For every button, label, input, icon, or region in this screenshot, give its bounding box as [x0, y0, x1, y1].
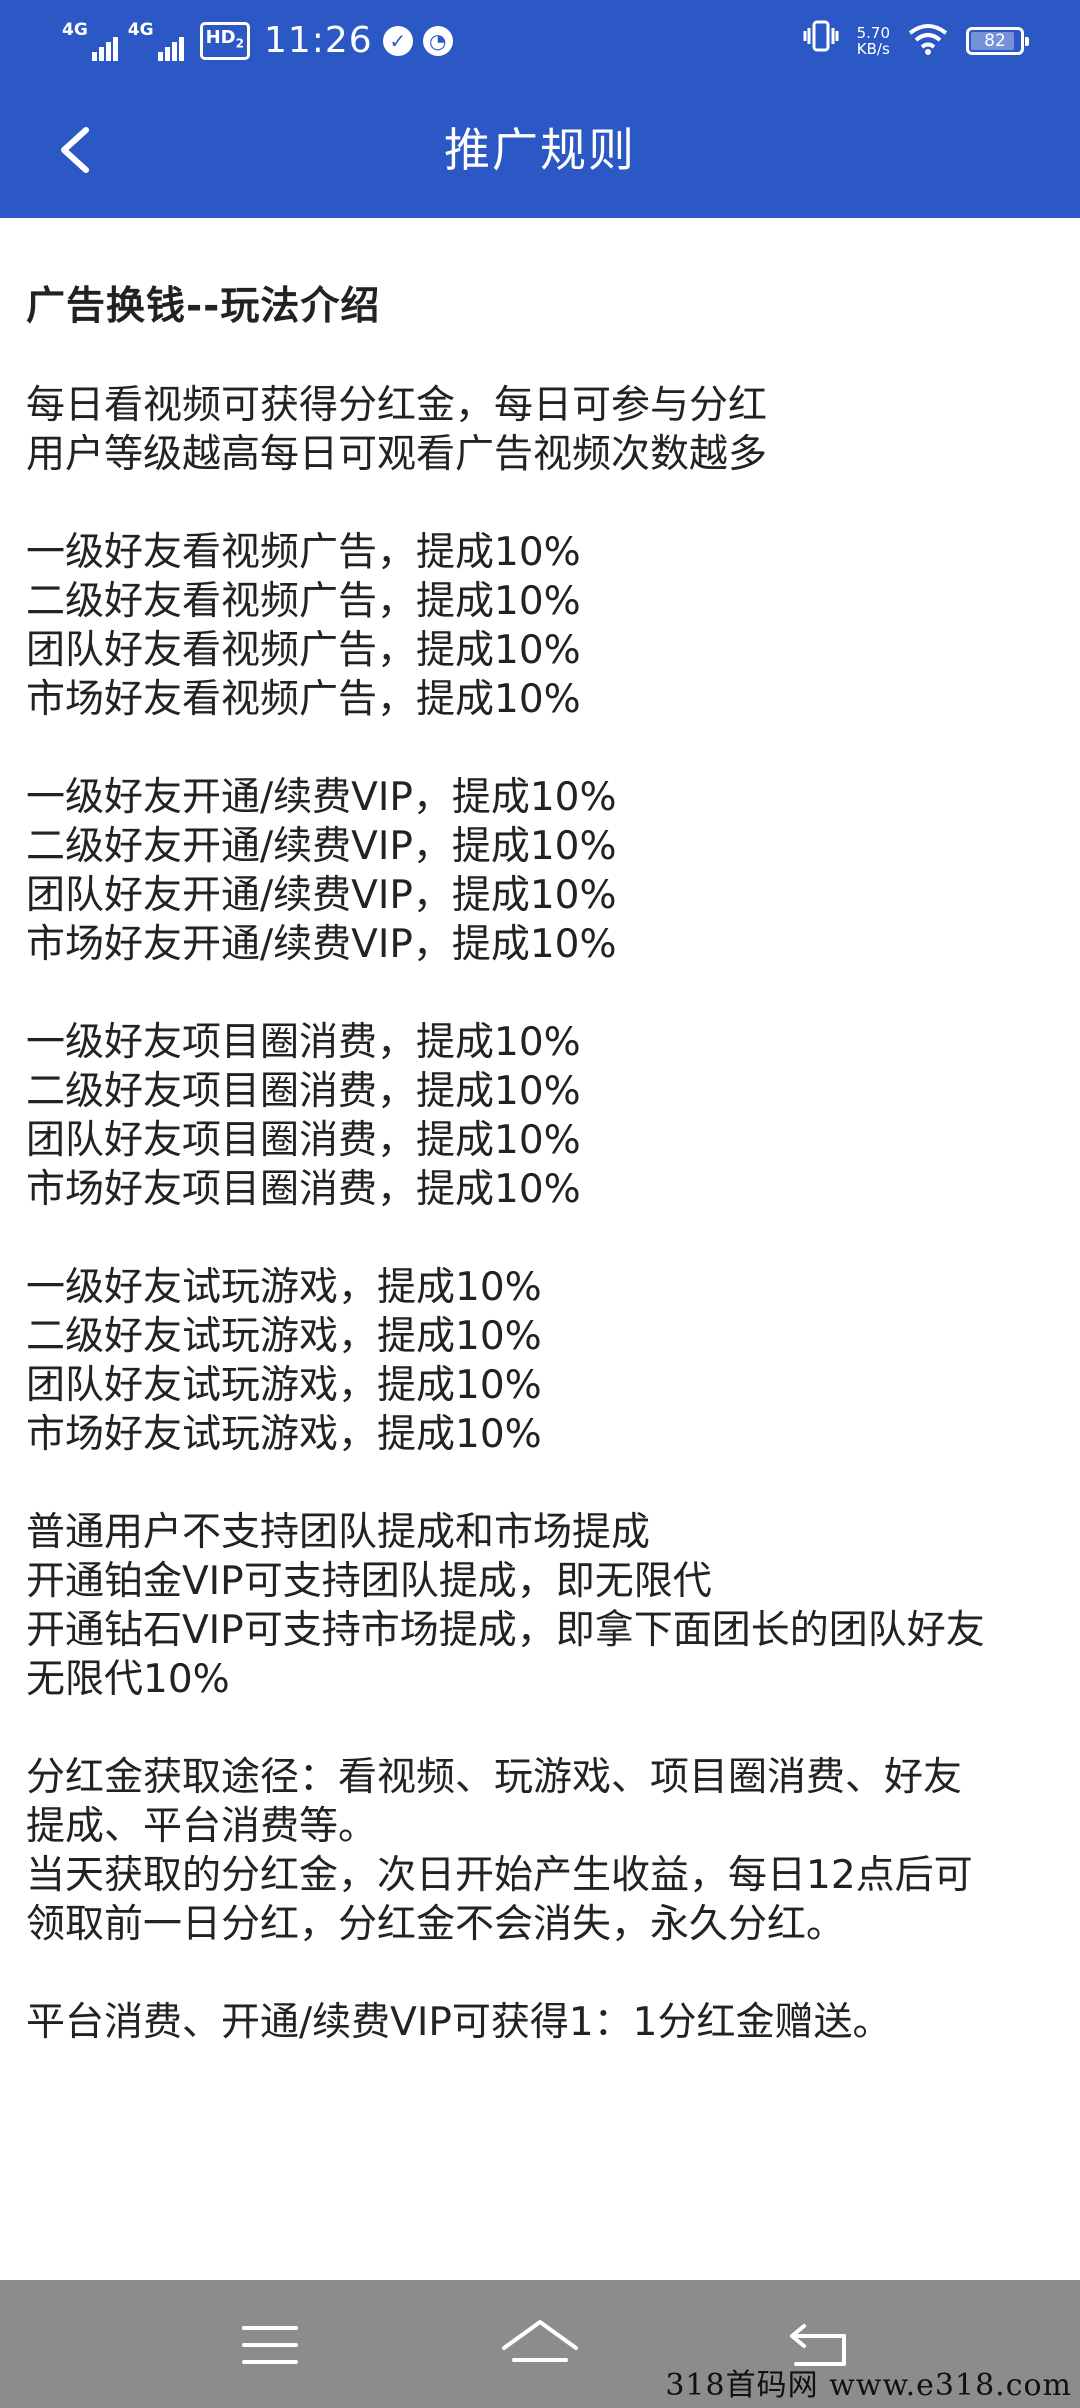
status-bar: 4G 4G HD2 11:26 ✓ ◔ 5.70 KB/s 82	[0, 0, 1080, 80]
rule-line: 一级好友项目圈消费，提成10%	[26, 1020, 581, 1065]
compass-icon: ◔	[422, 26, 453, 56]
rule-line: 无限代10%	[26, 1657, 230, 1702]
rules-content: 广告换钱--玩法介绍 每日看视频可获得分红金，每日可参与分红 用户等级越高每日可…	[26, 282, 1056, 2096]
rule-line: 市场好友试玩游戏，提成10%	[26, 1412, 542, 1457]
rule-line: 一级好友看视频广告，提成10%	[26, 530, 581, 575]
signal-icon: 4G	[62, 21, 118, 61]
rule-line: 二级好友试玩游戏，提成10%	[26, 1314, 542, 1359]
rule-line: 团队好友看视频广告，提成10%	[26, 628, 581, 673]
rules-paragraph: 一级好友开通/续费VIP，提成10% 二级好友开通/续费VIP，提成10% 团队…	[26, 773, 1056, 969]
hd-sub-label: 2	[235, 36, 244, 51]
rule-line: 市场好友项目圈消费，提成10%	[26, 1167, 581, 1212]
rule-line: 市场好友看视频广告，提成10%	[26, 677, 581, 722]
rule-line: 一级好友试玩游戏，提成10%	[26, 1265, 542, 1310]
battery-level: 82	[984, 31, 1006, 51]
rule-line: 团队好友开通/续费VIP，提成10%	[26, 873, 617, 918]
signal-icon: 4G	[128, 21, 184, 61]
rules-heading: 广告换钱--玩法介绍	[26, 284, 381, 329]
speed-value: 5.70	[856, 24, 890, 42]
rule-line: 提成、平台消费等。	[26, 1804, 378, 1849]
network-type: 4G	[127, 20, 154, 40]
rule-line: 领取前一日分红，分红金不会消失，永久分红。	[26, 1902, 846, 1947]
rule-line: 一级好友开通/续费VIP，提成10%	[26, 775, 617, 820]
rule-line: 二级好友项目圈消费，提成10%	[26, 1069, 581, 1114]
rule-line: 分红金获取途径：看视频、玩游戏、项目圈消费、好友	[26, 1755, 963, 1800]
rule-line: 二级好友开通/续费VIP，提成10%	[26, 824, 617, 869]
rule-line: 平台消费、开通/续费VIP可获得1：1分红金赠送。	[26, 2000, 892, 2045]
rules-paragraph: 分红金获取途径：看视频、玩游戏、项目圈消费、好友 提成、平台消费等。 当天获取的…	[26, 1753, 1056, 1949]
status-left: 4G 4G HD2 11:26 ✓ ◔	[62, 16, 453, 66]
page-title: 推广规则	[444, 123, 636, 177]
rule-line: 用户等级越高每日可观看广告视频次数越多	[26, 432, 768, 477]
rule-line: 团队好友项目圈消费，提成10%	[26, 1118, 581, 1163]
home-button[interactable]	[490, 2300, 590, 2390]
rule-line: 每日看视频可获得分红金，每日可参与分红	[26, 383, 768, 428]
hd-label: HD	[205, 27, 236, 49]
rule-line: 团队好友试玩游戏，提成10%	[26, 1363, 542, 1408]
wifi-icon	[908, 23, 948, 59]
rules-paragraph: 每日看视频可获得分红金，每日可参与分红 用户等级越高每日可观看广告视频次数越多	[26, 381, 1056, 479]
menu-icon	[242, 2326, 298, 2364]
rules-paragraph: 一级好友看视频广告，提成10% 二级好友看视频广告，提成10% 团队好友看视频广…	[26, 528, 1056, 724]
watermark: 318首码网 www.e318.com	[665, 2368, 1072, 2403]
battery-icon: 82	[966, 27, 1029, 55]
rule-line: 普通用户不支持团队提成和市场提成	[26, 1510, 651, 1555]
check-circle-icon: ✓	[382, 26, 413, 56]
rule-line: 开通铂金VIP可支持团队提成，即无限代	[26, 1559, 712, 1604]
clock: 11:26	[263, 20, 373, 61]
rules-paragraph: 一级好友试玩游戏，提成10% 二级好友试玩游戏，提成10% 团队好友试玩游戏，提…	[26, 1263, 1056, 1459]
speed-unit: KB/s	[856, 40, 890, 58]
rule-line: 当天获取的分红金，次日开始产生收益，每日12点后可	[26, 1853, 973, 1898]
menu-button[interactable]	[220, 2300, 320, 2390]
vibrate-icon	[803, 19, 839, 64]
home-icon	[502, 2320, 578, 2362]
hd-voice-badge: HD2	[199, 22, 250, 60]
system-nav-bar: 318首码网 www.e318.com	[0, 2280, 1080, 2408]
rule-line: 市场好友开通/续费VIP，提成10%	[26, 922, 617, 967]
status-right: 5.70 KB/s 82	[803, 18, 1029, 64]
network-type: 4G	[62, 20, 88, 40]
rules-paragraph: 平台消费、开通/续费VIP可获得1：1分红金赠送。	[26, 1998, 1056, 2047]
rule-line: 二级好友看视频广告，提成10%	[26, 579, 581, 624]
app-header: 4G 4G HD2 11:26 ✓ ◔ 5.70 KB/s 82 推广规则	[0, 0, 1080, 218]
rules-paragraph: 一级好友项目圈消费，提成10% 二级好友项目圈消费，提成10% 团队好友项目圈消…	[26, 1018, 1056, 1214]
rule-line: 开通钻石VIP可支持市场提成，即拿下面团长的团队好友	[26, 1608, 985, 1653]
network-speed: 5.70 KB/s	[857, 25, 890, 57]
rules-paragraph: 普通用户不支持团队提成和市场提成 开通铂金VIP可支持团队提成，即无限代 开通钻…	[26, 1508, 1056, 1704]
